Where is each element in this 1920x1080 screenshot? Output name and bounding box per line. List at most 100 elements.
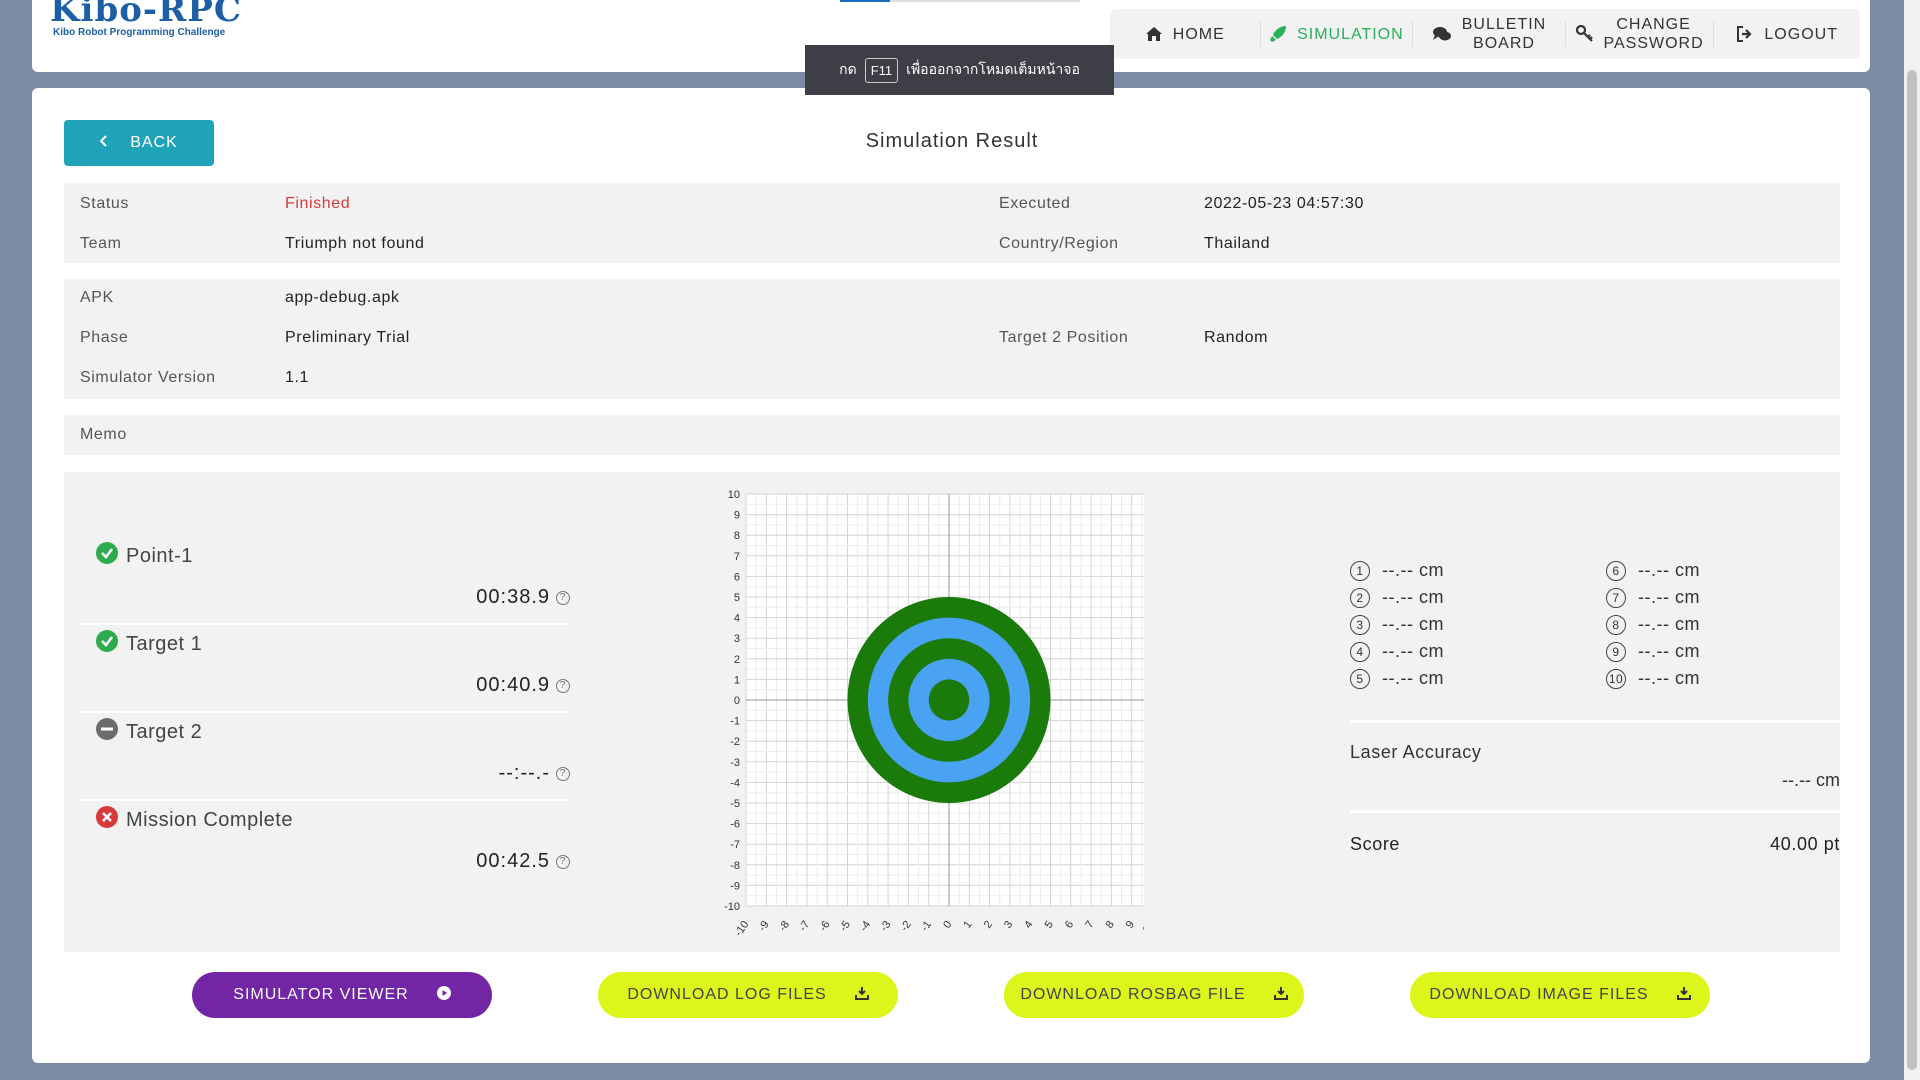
scrollbar-thumb[interactable] — [1907, 70, 1917, 1070]
country-value: Thailand — [1204, 235, 1271, 252]
nav-bulletin-label: BULLETIN BOARD — [1461, 16, 1547, 52]
team-value: Triumph not found — [285, 235, 425, 252]
x-tick-label: 9 — [1124, 919, 1137, 931]
kibo-rpc-logo[interactable]: Kibo-RPC Kibo Robot Programming Challeng… — [50, 0, 242, 38]
minus-circle-icon — [96, 718, 118, 746]
executed-value: 2022-05-23 04:57:30 — [1204, 195, 1364, 212]
nav-change-password[interactable]: CHANGE PASSWORD — [1566, 9, 1714, 59]
nav-bulletin-board[interactable]: BULLETIN BOARD — [1413, 9, 1565, 59]
index-badge: 8 — [1606, 614, 1626, 635]
laser-accuracy-label: Laser Accuracy — [1350, 742, 1482, 762]
download-icon — [1676, 986, 1691, 1005]
download-log-files-button[interactable]: DOWNLOAD LOG FILES — [598, 972, 898, 1018]
x-tick-label: 4 — [1022, 919, 1035, 931]
distance-item: 5 --.-- cm — [1350, 668, 1444, 689]
index-badge: 10 — [1606, 668, 1626, 689]
simulator-viewer-button[interactable]: SIMULATOR VIEWER — [192, 972, 492, 1018]
run-info-block: APK app-debug.apk Phase Preliminary Tria… — [64, 279, 1840, 399]
main-nav: HOME SIMULATION BULLETIN BOARD CHANGE PASS… — [1110, 9, 1860, 59]
x-tick-label: 2 — [982, 919, 995, 931]
download-rosbag-file-button[interactable]: DOWNLOAD ROSBAG FILE — [1004, 972, 1304, 1018]
x-tick-label: 1 — [961, 919, 974, 931]
index-badge: 7 — [1606, 587, 1626, 608]
distance-value: --.-- cm — [1382, 668, 1444, 688]
x-tick-label: -3 — [878, 919, 893, 934]
y-tick-label: 8 — [734, 530, 740, 542]
milestone-name: Target 2 — [126, 720, 203, 743]
x-tick-label: -1 — [919, 919, 934, 934]
nav-home[interactable]: HOME — [1110, 9, 1260, 59]
help-icon[interactable]: ? — [556, 766, 570, 781]
milestone-item: Target 1 00:40.9? — [80, 630, 570, 713]
status-block: Status Finished Executed 2022-05-23 04:5… — [64, 183, 1840, 263]
index-badge: 6 — [1606, 560, 1626, 581]
x-tick-label: -5 — [838, 919, 853, 934]
nav-simulation[interactable]: SIMULATION — [1261, 9, 1413, 59]
milestone-item: Target 2 --:--.-? — [80, 718, 570, 801]
distance-item: 8 --.-- cm — [1606, 614, 1700, 635]
y-tick-label: 2 — [734, 654, 740, 666]
distance-value: --.-- cm — [1382, 560, 1444, 580]
download-image-files-button[interactable]: DOWNLOAD IMAGE FILES — [1410, 972, 1710, 1018]
simulator-version-label: Simulator Version — [80, 369, 216, 386]
milestone-item: Mission Complete 00:42.5? — [80, 806, 570, 873]
x-tick-label: 3 — [1002, 919, 1015, 931]
y-tick-label: 10 — [728, 489, 740, 501]
milestone-name: Mission Complete — [126, 808, 293, 831]
cross-circle-icon — [96, 806, 118, 834]
x-tick-label: -6 — [817, 919, 832, 934]
x-tick-label: -9 — [756, 919, 771, 934]
apk-label: APK — [80, 289, 114, 306]
team-label: Team — [80, 235, 122, 252]
memo-block: Memo — [64, 415, 1840, 455]
distance-item: 6 --.-- cm — [1606, 560, 1700, 581]
download-log-label: DOWNLOAD LOG FILES — [627, 986, 827, 1003]
play-icon — [436, 985, 451, 1005]
distance-item: 1 --.-- cm — [1350, 560, 1444, 581]
comments-icon — [1432, 26, 1452, 42]
home-icon — [1145, 26, 1163, 42]
y-tick-label: 0 — [734, 695, 740, 707]
check-circle-icon — [96, 542, 118, 570]
apk-value: app-debug.apk — [285, 289, 400, 306]
y-tick-label: -3 — [730, 757, 740, 769]
key-icon — [1575, 25, 1594, 43]
x-tick-label: -4 — [858, 919, 873, 934]
distance-item: 4 --.-- cm — [1350, 641, 1444, 662]
distance-item: 7 --.-- cm — [1606, 587, 1700, 608]
nav-logout-label: LOGOUT — [1764, 25, 1838, 43]
target2-position-label: Target 2 Position — [999, 329, 1129, 346]
nav-logout[interactable]: LOGOUT — [1714, 9, 1860, 59]
logout-icon — [1736, 26, 1754, 42]
y-tick-label: 4 — [734, 613, 740, 625]
x-tick-label: -10 — [733, 919, 752, 939]
logo-title: Kibo-RPC — [50, 0, 242, 30]
x-tick-label: 7 — [1083, 919, 1096, 931]
memo-label: Memo — [80, 426, 127, 443]
country-label: Country/Region — [999, 235, 1119, 252]
y-tick-label: 5 — [734, 592, 740, 604]
download-image-label: DOWNLOAD IMAGE FILES — [1429, 986, 1649, 1003]
help-icon[interactable]: ? — [556, 854, 570, 869]
distance-value: --.-- cm — [1638, 560, 1700, 580]
help-icon[interactable]: ? — [556, 678, 570, 693]
nav-change-password-label: CHANGE PASSWORD — [1603, 16, 1704, 52]
y-tick-label: -2 — [730, 736, 740, 748]
x-tick-label: 6 — [1063, 919, 1076, 931]
page-scrollbar[interactable] — [1904, 0, 1920, 1080]
distance-value: --.-- cm — [1638, 614, 1700, 634]
toast-message: เพื่อออกจากโหมดเต็มหน้าจอ — [906, 61, 1080, 77]
score-value: 40.00 pt — [1770, 834, 1840, 854]
y-tick-label: -7 — [730, 839, 740, 851]
nav-simulation-label: SIMULATION — [1297, 25, 1404, 43]
toast-prefix: กด — [839, 61, 857, 77]
results-panel: Point-1 00:38.9? Target 1 00:40.9? Target 2 -… — [64, 472, 1856, 952]
y-tick-label: -4 — [730, 777, 740, 789]
distance-value: --.-- cm — [1382, 587, 1444, 607]
help-icon[interactable]: ? — [556, 590, 570, 605]
milestone-time: --:--.- — [498, 762, 550, 784]
index-badge: 1 — [1350, 560, 1370, 581]
x-tick-label: -7 — [797, 919, 812, 934]
distance-item: 10 --.-- cm — [1606, 668, 1700, 689]
y-tick-label: -10 — [724, 901, 740, 913]
